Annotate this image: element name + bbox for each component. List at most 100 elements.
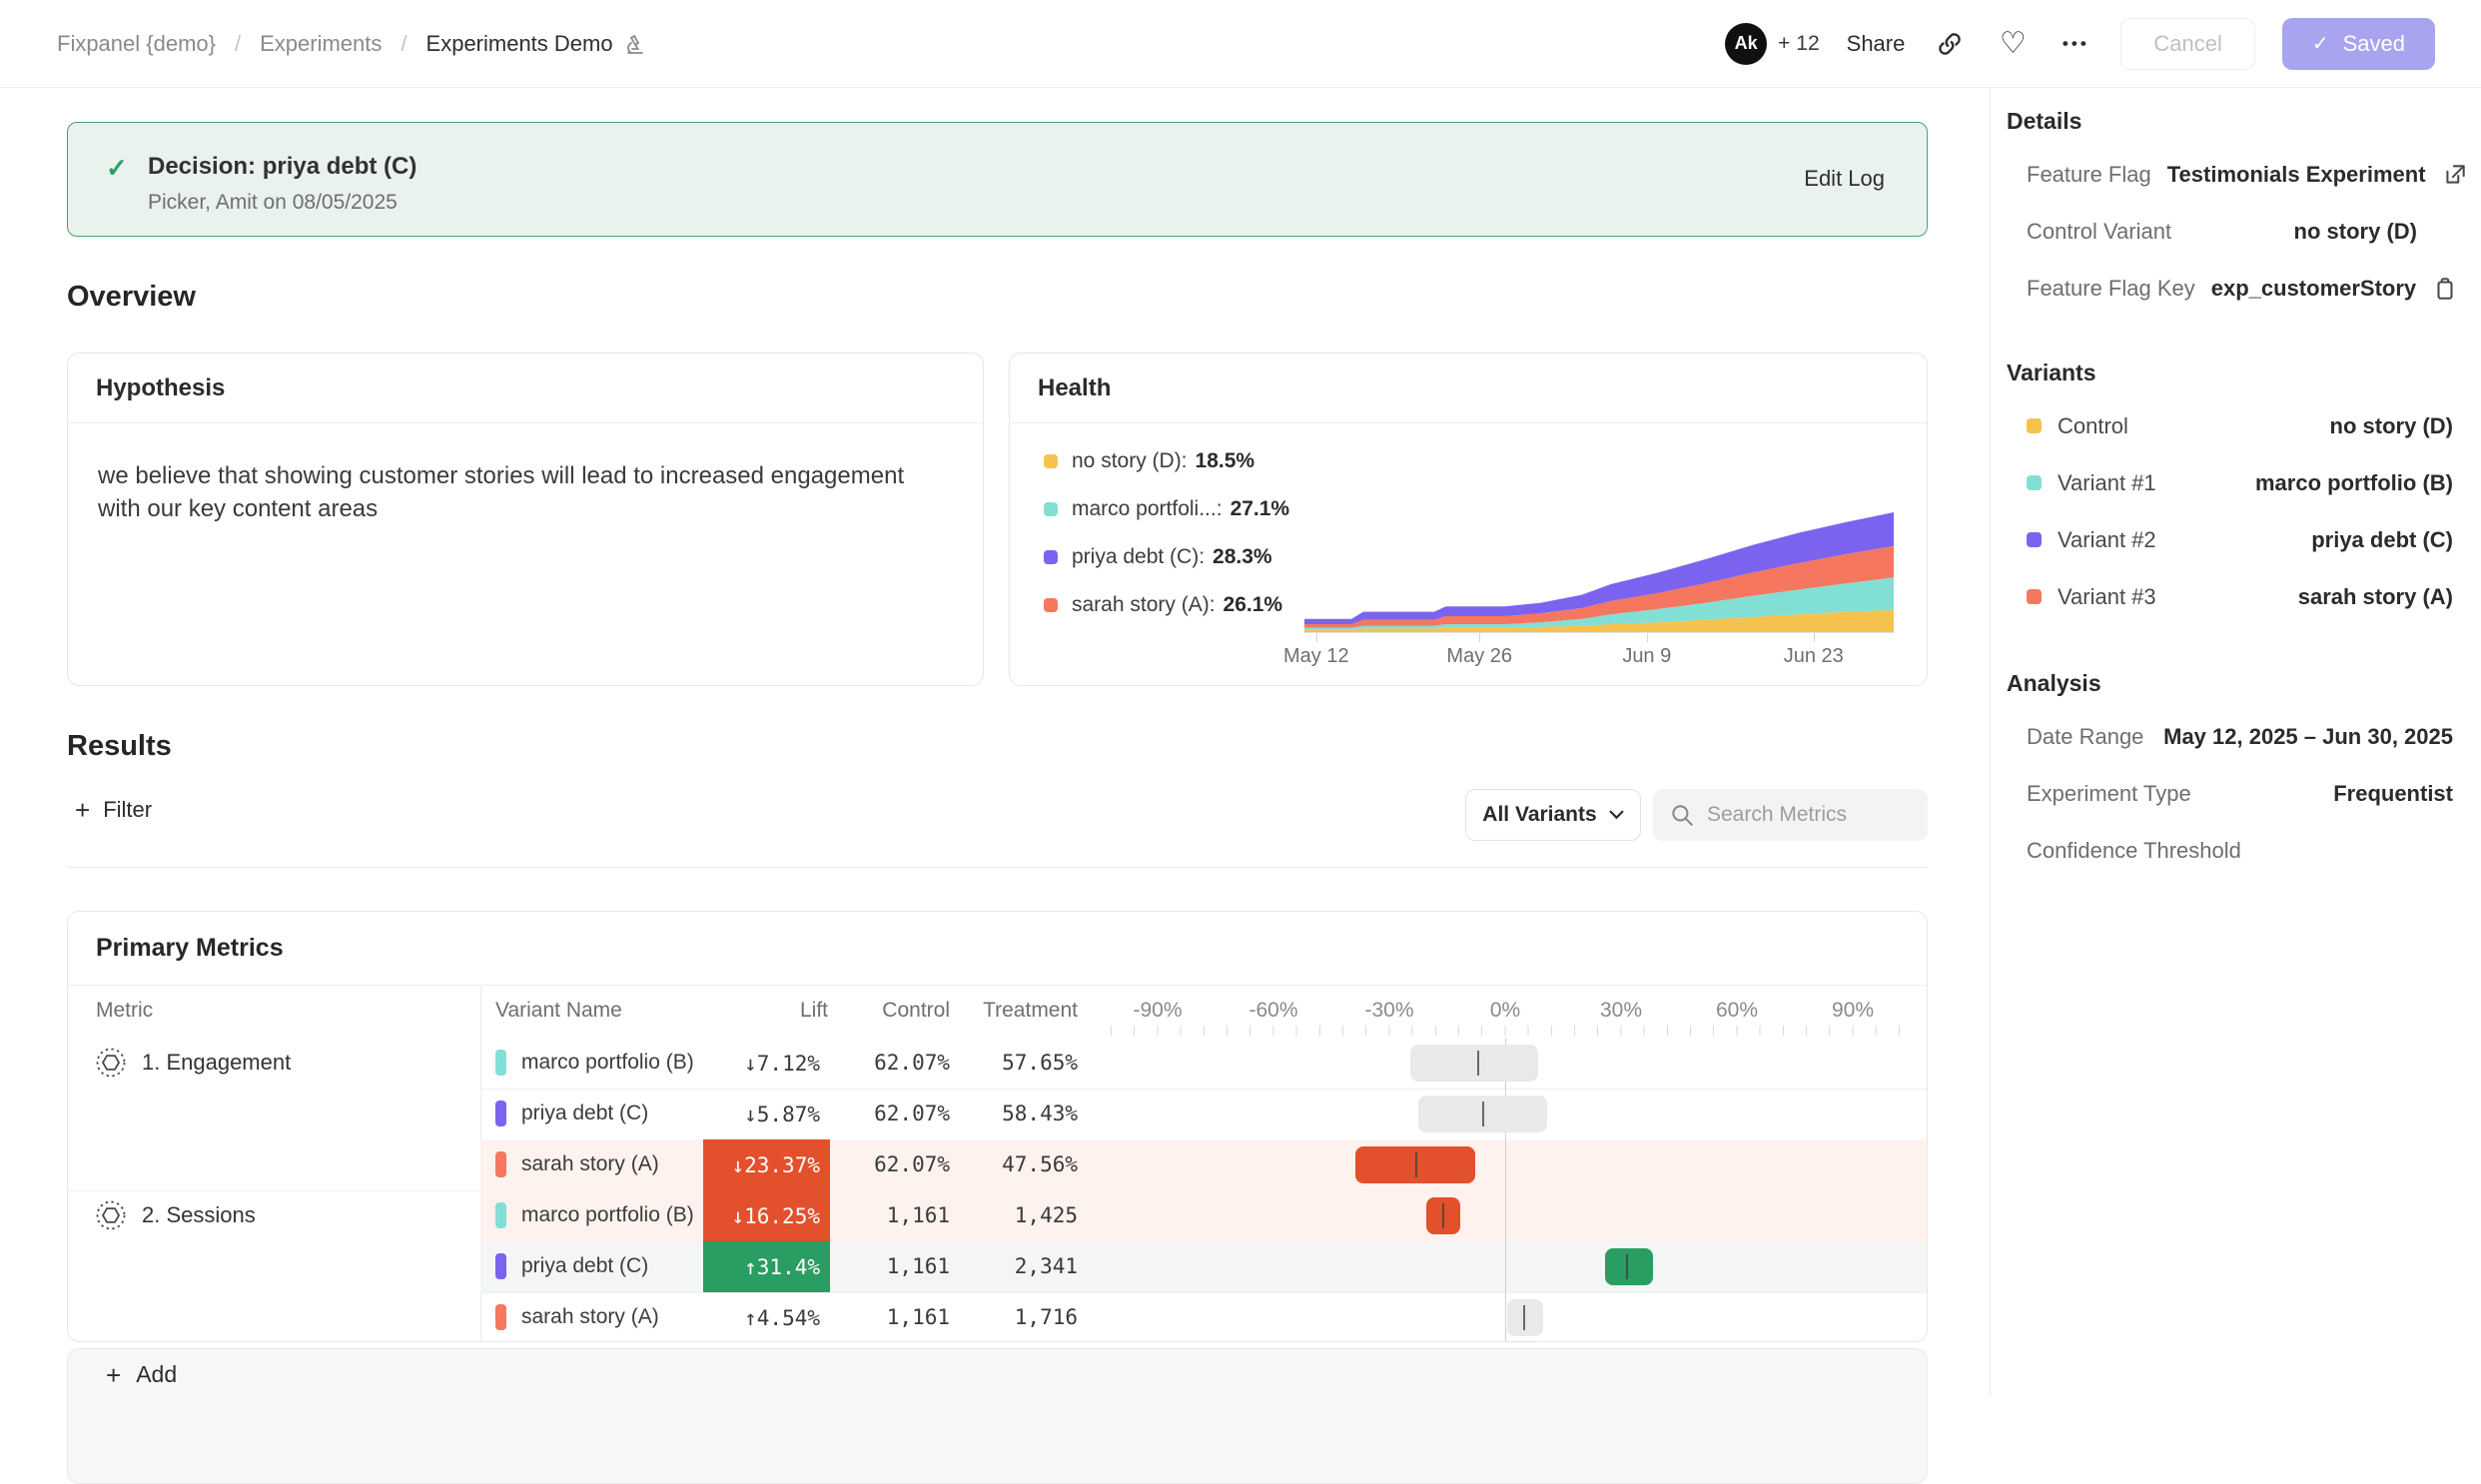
treatment-value: 1,425 — [1015, 1203, 1078, 1227]
lift-value: ↓5.87% — [744, 1103, 820, 1126]
variant-swatch — [2027, 532, 2042, 547]
metric-name: 2. Sessions — [142, 1202, 256, 1228]
metrics-footer: + Add — [67, 1348, 1928, 1484]
divider — [67, 867, 1928, 868]
variant-swatch — [2027, 589, 2042, 604]
ci-bar — [1410, 1045, 1538, 1082]
lift-cell: ↓16.25% — [703, 1190, 830, 1241]
metric-cell: 2. Sessions — [94, 1198, 256, 1232]
breadcrumb: Fixpanel {demo} / Experiments / Experime… — [57, 31, 647, 57]
col-control: Control — [882, 999, 950, 1023]
variant-row-2: Variant #2 priya debt (C) — [2027, 511, 2481, 568]
legend-label: marco portfoli...: — [1072, 497, 1223, 521]
variants-title: Variants — [2007, 354, 2481, 391]
variant-label: Variant #2 — [2058, 527, 2156, 553]
table-row[interactable]: 2. Sessions marco portfolio (B) ↓16.25% … — [68, 1190, 1927, 1241]
lift-cell: ↓7.12% — [703, 1038, 830, 1089]
decision-banner: ✓ Decision: priya debt (C) Picker, Amit … — [67, 122, 1928, 237]
lift-cell: ↓5.87% — [703, 1089, 830, 1139]
analysis-row-confidence-threshold: Confidence Threshold — [2027, 822, 2481, 879]
legend-item: priya debt (C): 28.3% — [1044, 543, 1289, 570]
legend-item: marco portfoli...: 27.1% — [1044, 495, 1289, 522]
table-row[interactable]: priya debt (C) ↑31.4% 1,161 2,341 — [68, 1241, 1927, 1292]
variants-dropdown[interactable]: All Variants — [1465, 789, 1641, 841]
variant-swatch — [2027, 418, 2042, 433]
breadcrumb-current[interactable]: Experiments Demo — [426, 31, 647, 57]
cancel-button[interactable]: Cancel — [2120, 18, 2254, 70]
legend-label: no story (D): — [1072, 449, 1188, 473]
avatar[interactable]: Ak — [1725, 23, 1767, 65]
treatment-value: 47.56% — [1002, 1152, 1078, 1176]
add-metric-button[interactable]: + Add — [106, 1361, 177, 1388]
add-filter-button[interactable]: + Filter — [75, 797, 152, 823]
metric-target-icon — [94, 1198, 128, 1232]
breadcrumb-separator: / — [401, 31, 407, 57]
variant-swatch — [495, 1101, 506, 1126]
confidence-interval-plot — [1100, 1089, 1928, 1139]
more-icon: ••• — [2063, 34, 2089, 54]
variants-section: Variants Control no story (D) Variant #1… — [2007, 354, 2481, 625]
health-legend: no story (D): 18.5% marco portfoli...: 2… — [1044, 447, 1289, 618]
saved-button[interactable]: ✓ Saved — [2282, 18, 2435, 70]
copy-link-button[interactable] — [1932, 26, 1968, 62]
variant-name: priya debt (C) — [521, 1254, 648, 1278]
variant-name: sarah story (A) — [521, 1152, 659, 1176]
main-content: ✓ Decision: priya debt (C) Picker, Amit … — [0, 88, 1990, 1396]
copy-icon[interactable] — [2432, 276, 2458, 302]
detail-label: Feature Flag — [2027, 162, 2151, 188]
table-row[interactable]: 1. Engagement marco portfolio (B) ↓7.12%… — [68, 1038, 1927, 1089]
health-card: Health no story (D): 18.5% marco portfol… — [1009, 353, 1928, 686]
variant-row-1: Variant #1 marco portfolio (B) — [2027, 454, 2481, 511]
feature-flag-link[interactable]: Testimonials Experiment — [2167, 162, 2426, 188]
lift-cell: ↑31.4% — [703, 1241, 830, 1292]
axis-tick-label: -90% — [1113, 999, 1203, 1023]
primary-metrics-title: Primary Metrics — [68, 912, 1927, 986]
more-menu-button[interactable]: ••• — [2058, 26, 2093, 62]
axis-tick-label: 30% — [1576, 999, 1666, 1023]
detail-label: Feature Flag Key — [2027, 276, 2195, 302]
metric-search[interactable] — [1653, 789, 1928, 841]
detail-row-feature-flag-key: Feature Flag Key exp_customerStory — [2027, 260, 2481, 317]
table-row[interactable]: sarah story (A) ↓23.37% 62.07% 47.56% — [68, 1139, 1927, 1190]
share-button[interactable]: Share — [1847, 31, 1906, 57]
edit-log-button[interactable]: Edit Log — [1804, 166, 1885, 192]
external-link-icon[interactable] — [2442, 162, 2468, 188]
breadcrumb-project[interactable]: Fixpanel {demo} — [57, 31, 216, 57]
lift-cell: ↑4.54% — [703, 1292, 830, 1342]
table-row[interactable]: priya debt (C) ↓5.87% 62.07% 58.43% — [68, 1089, 1927, 1139]
legend-swatch — [1044, 502, 1058, 516]
favorite-button[interactable]: ♡ — [1995, 26, 2031, 62]
metric-cell: 1. Engagement — [94, 1046, 291, 1080]
table-row[interactable]: sarah story (A) ↑4.54% 1,161 1,716 — [68, 1292, 1927, 1342]
variant-row-3: Variant #3 sarah story (A) — [2027, 568, 2481, 625]
breadcrumb-experiments[interactable]: Experiments — [260, 31, 382, 57]
lift-value: ↑4.54% — [744, 1306, 820, 1330]
plus-icon: + — [75, 797, 90, 823]
feature-flag-key: exp_customerStory — [2211, 276, 2416, 302]
axis-tick-label: 0% — [1460, 999, 1550, 1023]
analysis-value: Frequentist — [2333, 781, 2453, 807]
collaborator-count: + 12 — [1778, 32, 1819, 56]
control-value: 1,161 — [887, 1254, 950, 1278]
x-axis-line — [1304, 632, 1894, 633]
variant-swatch — [495, 1253, 506, 1279]
variant-swatch — [495, 1050, 506, 1076]
x-axis-tick — [1316, 633, 1317, 642]
variant-label: Control — [2058, 413, 2128, 439]
heart-icon: ♡ — [2000, 29, 2027, 59]
check-icon: ✓ — [106, 153, 128, 184]
col-metric: Metric — [96, 999, 153, 1023]
confidence-interval-plot — [1100, 1241, 1928, 1292]
page-title: Experiments Demo — [426, 31, 613, 57]
analysis-label: Experiment Type — [2027, 781, 2191, 807]
ci-marker — [1415, 1152, 1417, 1177]
microscope-icon — [623, 32, 647, 56]
confidence-interval-plot — [1100, 1292, 1928, 1342]
details-section: Details Feature Flag Testimonials Experi… — [2007, 102, 2481, 317]
control-value: 62.07% — [874, 1152, 950, 1176]
decision-subtitle: Picker, Amit on 08/05/2025 — [148, 191, 398, 215]
ci-marker — [1626, 1254, 1628, 1279]
results-toolbar: + Filter All Variants — [67, 789, 1928, 841]
search-input[interactable] — [1707, 803, 1907, 827]
zero-axis — [1505, 1241, 1506, 1292]
